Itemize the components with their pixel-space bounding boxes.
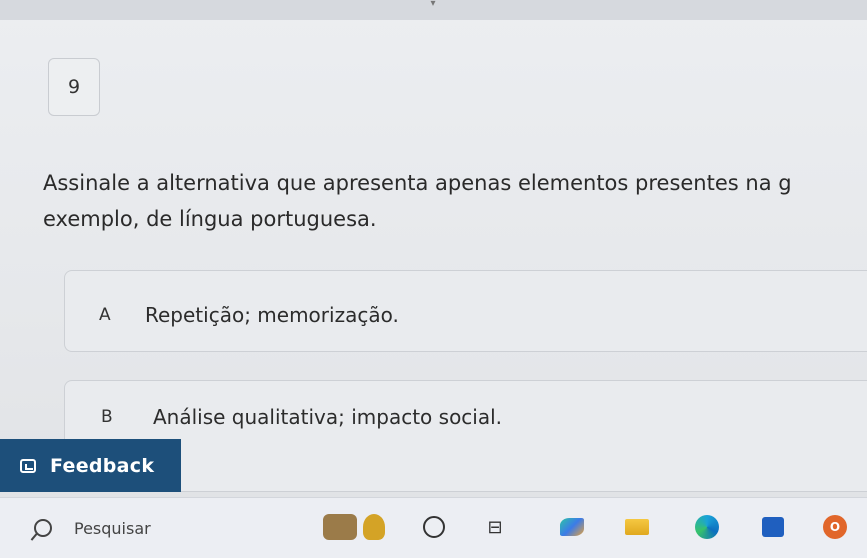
file-explorer-icon[interactable] [620, 510, 654, 544]
option-b-letter: B [101, 407, 113, 427]
search-icon [34, 519, 52, 537]
office-icon[interactable]: O [818, 510, 852, 544]
feedback-icon [20, 458, 36, 473]
taskbar-search-placeholder: Pesquisar [74, 518, 151, 538]
question-text-line-2: exemplo, de língua portuguesa. [43, 207, 377, 231]
task-view-icon[interactable] [417, 510, 451, 544]
feedback-button[interactable]: Feedback [0, 439, 181, 492]
copilot-icon[interactable] [555, 510, 589, 544]
option-a-text: Repetição; memorização. [145, 303, 399, 327]
question-number-badge: 9 [48, 58, 100, 116]
option-b[interactable]: B Análise qualitativa; impacto social. [64, 380, 867, 492]
widgets-icon[interactable]: ⊟ [478, 510, 512, 544]
option-b-text: Análise qualitativa; impacto social. [153, 405, 503, 429]
taskbar-art-icon[interactable] [318, 510, 390, 544]
question-text: Assinale a alternativa que apresenta ape… [43, 165, 867, 237]
browser-top-edge: ▾ [0, 0, 867, 20]
option-a[interactable]: A Repetição; memorização. [64, 270, 867, 352]
exam-page: ▾ 9 Assinale a alternativa que apresenta… [0, 0, 867, 500]
question-text-line-1: Assinale a alternativa que apresenta ape… [43, 171, 792, 195]
windows-taskbar: Pesquisar ⊟ O [0, 497, 867, 558]
question-number: 9 [67, 76, 81, 98]
top-edge-mark-icon: ▾ [430, 0, 436, 9]
feedback-label: Feedback [50, 454, 155, 477]
edge-icon[interactable] [690, 510, 724, 544]
option-a-letter: A [99, 305, 111, 325]
taskbar-search[interactable]: Pesquisar [18, 508, 298, 548]
store-icon[interactable] [756, 510, 790, 544]
